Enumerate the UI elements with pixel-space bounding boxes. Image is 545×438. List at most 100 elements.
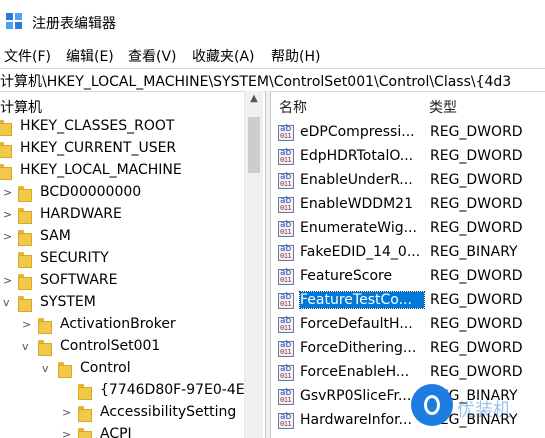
chevron-down-icon[interactable]: v bbox=[3, 296, 10, 309]
menu-edit[interactable]: 编辑(E) bbox=[66, 46, 114, 66]
value-name: FeatureTestCo... bbox=[299, 291, 425, 309]
value-type: REG_DWORD bbox=[430, 148, 523, 164]
tree-item-label: HARDWARE bbox=[40, 206, 122, 222]
value-row[interactable]: ForceDefaultH... REG_DWORD bbox=[271, 314, 545, 338]
reg-binary-icon bbox=[278, 292, 294, 309]
folder-open-icon bbox=[38, 340, 52, 356]
folder-icon bbox=[18, 208, 32, 224]
tree-item-label: HKEY_LOCAL_MACHINE bbox=[20, 162, 182, 178]
chevron-down-icon[interactable]: v bbox=[42, 362, 49, 375]
folder-open-icon bbox=[58, 362, 72, 378]
value-row[interactable]: EdpHDRTotalO... REG_DWORD bbox=[271, 146, 545, 170]
tree-item-label: SAM bbox=[40, 228, 71, 244]
tree-item-label: HKEY_CLASSES_ROOT bbox=[20, 118, 175, 134]
menu-file[interactable]: 文件(F) bbox=[4, 46, 51, 66]
tree-item-label: {7746D80F-97E0-4E bbox=[100, 382, 245, 398]
address-bar[interactable]: 计算机\HKEY_LOCAL_MACHINE\SYSTEM\ControlSet… bbox=[0, 68, 545, 92]
menu-help[interactable]: 帮助(H) bbox=[271, 46, 320, 66]
chevron-right-icon[interactable]: > bbox=[3, 230, 12, 243]
value-name: FakeEDID_14_0... bbox=[300, 244, 421, 260]
menu-favorites[interactable]: 收藏夹(A) bbox=[192, 46, 255, 66]
value-type: REG_DWORD bbox=[430, 124, 523, 140]
value-row[interactable]: EnableWDDM21 REG_DWORD bbox=[271, 194, 545, 218]
tree-item-label: HKEY_CURRENT_USER bbox=[20, 140, 177, 156]
reg-binary-icon bbox=[278, 172, 294, 189]
tree-item-label: Control bbox=[80, 360, 131, 376]
folder-icon bbox=[18, 252, 32, 268]
reg-binary-icon bbox=[278, 124, 294, 141]
value-name: EnumerateWig... bbox=[300, 220, 417, 236]
reg-binary-icon bbox=[278, 388, 294, 405]
title-bar: 注册表编辑器 bbox=[0, 0, 545, 44]
value-type: REG_DWORD bbox=[430, 172, 523, 188]
regedit-icon bbox=[6, 13, 22, 29]
chevron-right-icon[interactable]: > bbox=[3, 208, 12, 221]
folder-open-icon bbox=[18, 296, 32, 312]
tree-item-label: SECURITY bbox=[40, 250, 109, 266]
value-name: ForceDithering... bbox=[300, 340, 417, 356]
reg-binary-icon bbox=[278, 340, 294, 357]
value-row[interactable]: EnableUnderR... REG_DWORD bbox=[271, 170, 545, 194]
tree-item-label: SYSTEM bbox=[40, 294, 96, 310]
chevron-right-icon[interactable]: > bbox=[3, 274, 12, 287]
value-type: REG_DWORD bbox=[430, 316, 523, 332]
tree-pane: 计算机 HKEY_CLASSES_ROOT HKEY_CURRENT_USER … bbox=[0, 91, 265, 438]
value-name: eDPCompressi... bbox=[300, 124, 415, 140]
window-title: 注册表编辑器 bbox=[32, 16, 116, 32]
tree-scrollbar[interactable]: ▲ bbox=[244, 91, 263, 438]
folder-icon bbox=[18, 274, 32, 290]
chevron-right-icon[interactable]: > bbox=[62, 428, 71, 438]
value-name: EnableWDDM21 bbox=[300, 196, 413, 212]
tree-item-label: ACPI bbox=[100, 426, 132, 438]
reg-binary-icon bbox=[278, 364, 294, 381]
folder-icon bbox=[78, 428, 92, 438]
chevron-down-icon[interactable]: v bbox=[22, 340, 29, 353]
value-name: EnableUnderR... bbox=[300, 172, 413, 188]
value-row[interactable]: ForceDithering... REG_DWORD bbox=[271, 338, 545, 362]
folder-icon bbox=[18, 230, 32, 246]
folder-icon bbox=[18, 186, 32, 202]
value-row[interactable]: EnumerateWig... REG_DWORD bbox=[271, 218, 545, 242]
folder-icon bbox=[0, 142, 12, 158]
value-row[interactable]: FeatureScore REG_DWORD bbox=[271, 266, 545, 290]
folder-icon bbox=[78, 406, 92, 422]
reg-binary-icon bbox=[278, 148, 294, 165]
chevron-right-icon[interactable]: > bbox=[22, 318, 31, 331]
menu-view[interactable]: 查看(V) bbox=[128, 46, 177, 66]
value-name: EdpHDRTotalO... bbox=[300, 148, 414, 164]
scroll-thumb[interactable] bbox=[248, 117, 260, 173]
value-row[interactable]: FakeEDID_14_0... REG_BINARY bbox=[271, 242, 545, 266]
value-name: ForceDefaultH... bbox=[300, 316, 413, 332]
watermark-circle-icon bbox=[411, 384, 453, 426]
value-type: REG_DWORD bbox=[430, 220, 523, 236]
scroll-up-arrow-icon[interactable]: ▲ bbox=[245, 93, 263, 104]
folder-icon bbox=[0, 120, 12, 136]
reg-binary-icon bbox=[278, 220, 294, 237]
column-header-type[interactable]: 类型 bbox=[429, 97, 457, 117]
value-type: REG_BINARY bbox=[430, 244, 518, 260]
chevron-right-icon[interactable]: > bbox=[62, 406, 71, 419]
folder-icon bbox=[0, 164, 12, 180]
chevron-right-icon[interactable]: > bbox=[3, 186, 12, 199]
folder-icon bbox=[78, 384, 92, 400]
value-type: REG_DWORD bbox=[430, 268, 523, 284]
value-type: REG_DWORD bbox=[430, 340, 523, 356]
value-name: FeatureScore bbox=[300, 268, 393, 284]
tree-root-computer[interactable]: 计算机 bbox=[0, 97, 42, 117]
reg-binary-icon bbox=[278, 244, 294, 261]
value-row-selected[interactable]: FeatureTestCo... REG_DWORD bbox=[271, 290, 545, 314]
watermark-logo: 优装机 bbox=[405, 378, 535, 434]
tree-item-label: ControlSet001 bbox=[60, 338, 161, 354]
value-type: REG_DWORD bbox=[430, 292, 523, 308]
reg-binary-icon bbox=[278, 196, 294, 213]
address-path[interactable]: 计算机\HKEY_LOCAL_MACHINE\SYSTEM\ControlSet… bbox=[0, 71, 511, 91]
reg-binary-icon bbox=[278, 316, 294, 333]
tree-item-label: BCD00000000 bbox=[40, 184, 142, 200]
watermark-eye-icon bbox=[424, 395, 440, 415]
folder-icon bbox=[38, 318, 52, 334]
reg-binary-icon bbox=[278, 268, 294, 285]
column-header-name[interactable]: 名称 bbox=[279, 97, 307, 117]
value-type: REG_DWORD bbox=[430, 196, 523, 212]
value-row[interactable]: eDPCompressi... REG_DWORD bbox=[271, 122, 545, 146]
menu-bar: 文件(F) 编辑(E) 查看(V) 收藏夹(A) 帮助(H) bbox=[0, 44, 545, 68]
